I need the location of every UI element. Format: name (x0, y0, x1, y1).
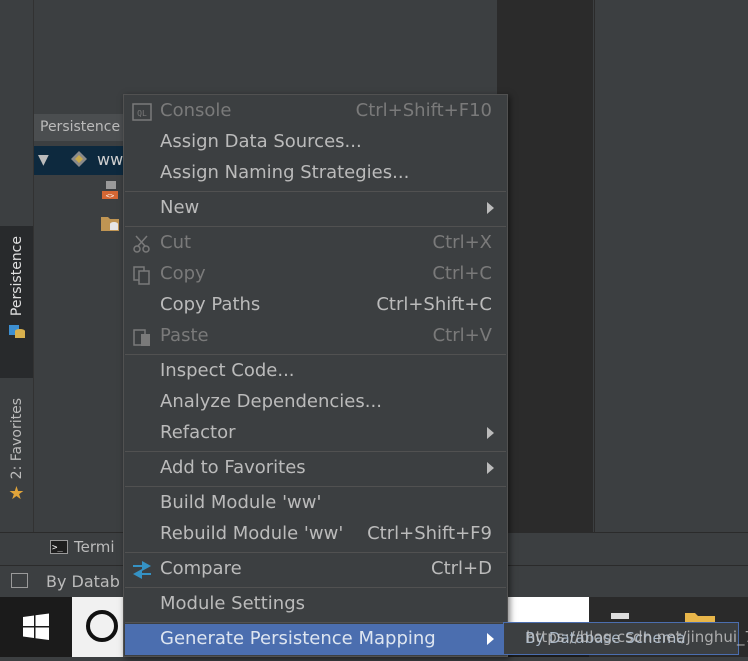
cortana-button[interactable] (72, 597, 130, 657)
tool-tab-favorites-label: 2: Favorites (8, 398, 25, 480)
menu-item-label: Generate Persistence Mapping (160, 628, 436, 649)
svg-text:QL: QL (137, 109, 147, 118)
console-icon: QL (132, 103, 152, 121)
tool-tab-favorites[interactable]: 2: Favorites ★ (0, 390, 33, 520)
menu-item-add-to-favorites[interactable]: Add to Favorites (125, 453, 506, 484)
menu-item-label: Assign Data Sources... (160, 131, 362, 152)
menu-item-label: Cut (160, 232, 192, 253)
star-icon: ★ (8, 483, 25, 505)
windows-logo-icon (23, 613, 49, 640)
paste-icon (133, 329, 150, 346)
menu-item-generate-persistence-mapping[interactable]: Generate Persistence Mapping (125, 624, 506, 655)
menu-item-label: Compare (160, 558, 242, 579)
svg-text:<>: <> (106, 192, 114, 200)
module-icon (71, 151, 87, 167)
submenu-arrow-icon (487, 427, 494, 439)
tool-windows-toggle-icon[interactable] (11, 573, 28, 588)
menu-separator (125, 622, 506, 623)
menu-item-paste[interactable]: Paste Ctrl+V (125, 321, 506, 352)
copy-icon (133, 266, 150, 285)
tool-tab-persistence-label: Persistence (8, 236, 25, 317)
menu-item-shortcut: Ctrl+Shift+C (376, 294, 492, 315)
menu-item-label: Paste (160, 325, 209, 346)
menu-item-label: Console (160, 100, 232, 121)
submenu-arrow-icon (487, 202, 494, 214)
database-folder-icon[interactable] (100, 213, 120, 233)
tree-expand-arrow-icon[interactable]: ▼ (38, 152, 49, 168)
menu-item-label: Refactor (160, 422, 236, 443)
menu-item-label: Module Settings (160, 593, 306, 614)
watermark-url: https://blog.csdn.net/jinghui_7 (526, 628, 748, 646)
menu-separator (125, 354, 506, 355)
menu-separator (125, 486, 506, 487)
menu-item-label: Build Module 'ww' (160, 492, 322, 513)
menu-item-shortcut: Ctrl+C (432, 263, 492, 284)
menu-item-module-settings[interactable]: Module Settings (125, 589, 506, 620)
menu-item-analyze-dependencies[interactable]: Analyze Dependencies... (125, 387, 506, 418)
menu-item-shortcut: Ctrl+Shift+F9 (367, 523, 492, 544)
menu-item-label: Add to Favorites (160, 457, 306, 478)
menu-item-label: Assign Naming Strategies... (160, 162, 410, 183)
menu-separator (125, 191, 506, 192)
terminal-tab-label[interactable]: Termi (74, 538, 115, 556)
menu-item-label: Copy Paths (160, 294, 261, 315)
menu-item-assign-data-sources[interactable]: Assign Data Sources... (125, 127, 506, 158)
tool-tab-persistence[interactable]: Persistence (0, 226, 33, 378)
submenu-arrow-icon (487, 633, 494, 645)
menu-item-shortcut: Ctrl+D (431, 558, 492, 579)
compare-arrows-icon (133, 561, 151, 579)
menu-item-label: Analyze Dependencies... (160, 391, 382, 412)
tree-module-label: ww (97, 150, 124, 169)
editor-area (497, 0, 593, 532)
submenu-arrow-icon (487, 462, 494, 474)
windows-start-button[interactable] (0, 597, 72, 657)
persistence-panel-title: Persistence (40, 119, 121, 135)
menu-item-shortcut: Ctrl+X (432, 232, 492, 253)
menu-item-label: Copy (160, 263, 206, 284)
cortana-circle-icon (86, 610, 118, 642)
terminal-icon[interactable]: >_ (50, 540, 68, 554)
menu-item-shortcut: Ctrl+V (432, 325, 492, 346)
menu-item-label: Rebuild Module 'ww' (160, 523, 344, 544)
menu-item-copy-paths[interactable]: Copy Paths Ctrl+Shift+C (125, 290, 506, 321)
right-pane (594, 0, 748, 532)
menu-item-assign-naming-strategies[interactable]: Assign Naming Strategies... (125, 158, 506, 189)
menu-item-console[interactable]: QL Console Ctrl+Shift+F10 (125, 96, 506, 127)
taskbar-search-area[interactable] (507, 597, 589, 622)
menu-item-label: Inspect Code... (160, 360, 295, 381)
menu-separator (125, 552, 506, 553)
menu-item-compare[interactable]: Compare Ctrl+D (125, 554, 506, 585)
menu-item-new[interactable]: New (125, 193, 506, 224)
menu-item-cut[interactable]: Cut Ctrl+X (125, 228, 506, 259)
menu-item-refactor[interactable]: Refactor (125, 418, 506, 449)
menu-separator (125, 226, 506, 227)
mapping-file-icon[interactable]: <> (100, 180, 120, 200)
menu-item-shortcut: Ctrl+Shift+F10 (355, 100, 492, 121)
menu-item-inspect-code[interactable]: Inspect Code... (125, 356, 506, 387)
menu-item-build-module[interactable]: Build Module 'ww' (125, 488, 506, 519)
status-bar-label: By Datab (46, 572, 120, 591)
scissors-icon (133, 235, 150, 253)
menu-item-copy[interactable]: Copy Ctrl+C (125, 259, 506, 290)
menu-item-label: New (160, 197, 200, 218)
context-menu: QL Console Ctrl+Shift+F10 Assign Data So… (123, 94, 508, 657)
top-panel (34, 0, 498, 107)
menu-item-rebuild-module[interactable]: Rebuild Module 'ww' Ctrl+Shift+F9 (125, 519, 506, 550)
menu-separator (125, 587, 506, 588)
persistence-icon (8, 325, 25, 339)
menu-separator (125, 451, 506, 452)
